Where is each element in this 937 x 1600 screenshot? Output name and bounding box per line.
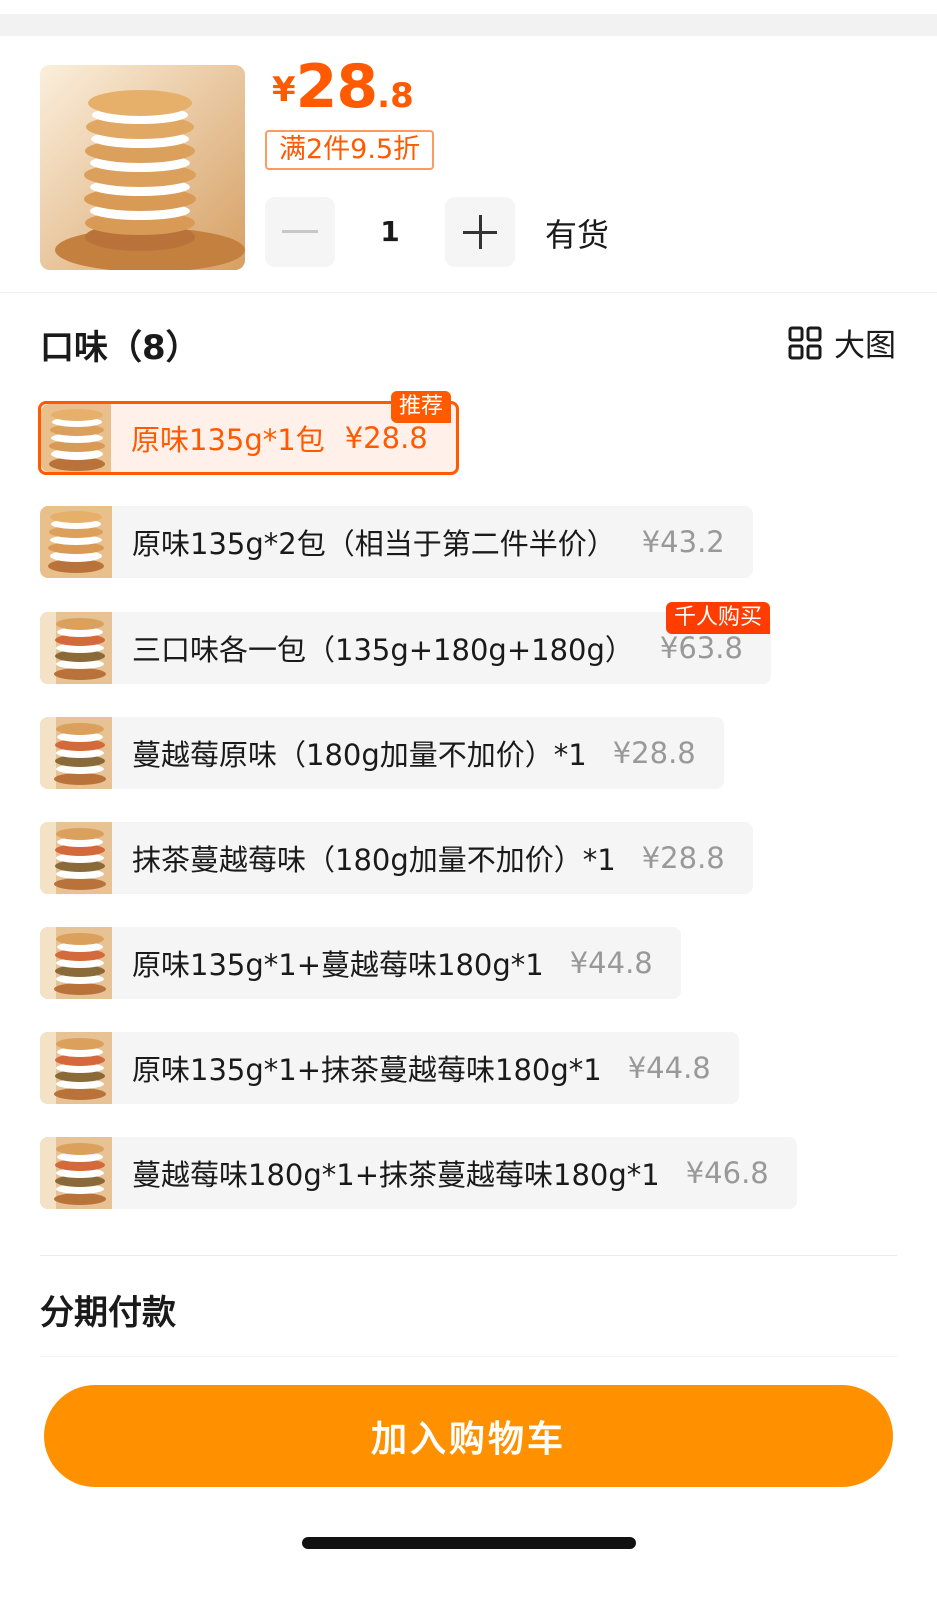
price-currency: ¥ bbox=[272, 70, 296, 110]
option-thumbnail bbox=[40, 1032, 112, 1104]
option-price: ¥46.8 bbox=[685, 1156, 769, 1190]
option-label: 原味135g*1包 bbox=[131, 423, 325, 457]
price-decimal: .8 bbox=[377, 76, 414, 116]
stock-status: 有货 bbox=[545, 216, 610, 254]
option-thumbnail-graphic bbox=[40, 717, 112, 789]
option-label: 蔓越莓原味（180g加量不加价）*1 bbox=[132, 738, 587, 772]
installment-title[interactable]: 分期付款 bbox=[40, 1285, 176, 1334]
recommend-tag: 推荐 bbox=[391, 391, 452, 423]
big-view-toggle[interactable]: 大图 bbox=[788, 320, 896, 365]
option-thumbnail-graphic bbox=[40, 612, 112, 684]
option-price: ¥28.8 bbox=[641, 841, 725, 875]
flavor-section-title: 口味（8） bbox=[40, 328, 200, 368]
option-thumbnail-graphic bbox=[40, 506, 112, 578]
option-price: ¥28.8 bbox=[612, 736, 696, 770]
decrease-quantity-button[interactable] bbox=[265, 197, 335, 267]
quantity-value[interactable]: 1 bbox=[335, 197, 445, 267]
popular-tag: 千人购买 bbox=[666, 602, 771, 634]
product-image[interactable] bbox=[40, 65, 245, 270]
option-item[interactable]: 原味135g*1+抹茶蔓越莓味180g*1 ¥44.8 bbox=[40, 1032, 739, 1104]
option-item[interactable]: 原味135g*2包（相当于第二件半价） ¥43.2 bbox=[40, 506, 753, 578]
big-view-label: 大图 bbox=[834, 328, 896, 364]
option-label: 抹茶蔓越莓味（180g加量不加价）*1 bbox=[132, 843, 616, 877]
option-thumbnail bbox=[40, 612, 112, 684]
option-item[interactable]: 三口味各一包（135g+180g+180g） ¥63.8 bbox=[40, 612, 771, 684]
option-thumbnail-graphic bbox=[41, 404, 111, 472]
home-indicator bbox=[302, 1537, 636, 1549]
option-item[interactable]: 蔓越莓原味（180g加量不加价）*1 ¥28.8 bbox=[40, 717, 724, 789]
option-thumbnail-graphic bbox=[40, 1032, 112, 1104]
option-price: ¥63.8 bbox=[659, 631, 743, 665]
option-thumbnail bbox=[41, 404, 111, 472]
divider bbox=[0, 292, 937, 293]
product-image-graphic bbox=[40, 65, 245, 270]
option-label: 原味135g*1+蔓越莓味180g*1 bbox=[132, 948, 544, 982]
top-strip bbox=[0, 14, 937, 36]
option-item[interactable]: 原味135g*1+蔓越莓味180g*1 ¥44.8 bbox=[40, 927, 681, 999]
option-thumbnail-graphic bbox=[40, 822, 112, 894]
option-price: ¥28.8 bbox=[344, 421, 428, 455]
option-price: ¥43.2 bbox=[641, 525, 725, 559]
option-item[interactable]: 蔓越莓味180g*1+抹茶蔓越莓味180g*1 ¥46.8 bbox=[40, 1137, 797, 1209]
option-item[interactable]: 抹茶蔓越莓味（180g加量不加价）*1 ¥28.8 bbox=[40, 822, 753, 894]
minus-icon bbox=[282, 230, 318, 233]
option-price: ¥44.8 bbox=[627, 1051, 711, 1085]
option-thumbnail bbox=[40, 927, 112, 999]
promo-badge: 满2件9.5折 bbox=[265, 130, 435, 170]
option-thumbnail bbox=[40, 506, 112, 578]
option-label: 三口味各一包（135g+180g+180g） bbox=[132, 633, 634, 667]
option-label: 蔓越莓味180g*1+抹茶蔓越莓味180g*1 bbox=[132, 1158, 660, 1192]
price-integer: 28 bbox=[295, 52, 378, 122]
option-thumbnail-graphic bbox=[40, 927, 112, 999]
plus-icon bbox=[463, 215, 497, 249]
option-price: ¥44.8 bbox=[569, 946, 653, 980]
increase-quantity-button[interactable] bbox=[445, 197, 515, 267]
divider bbox=[40, 1356, 897, 1357]
add-to-cart-button[interactable]: 加入购物车 bbox=[44, 1385, 893, 1487]
option-thumbnail bbox=[40, 1137, 112, 1209]
option-thumbnail-graphic bbox=[40, 1137, 112, 1209]
option-thumbnail bbox=[40, 717, 112, 789]
divider bbox=[40, 1255, 897, 1256]
option-label: 原味135g*1+抹茶蔓越莓味180g*1 bbox=[132, 1053, 602, 1087]
price: ¥28.8 bbox=[272, 52, 414, 122]
option-label: 原味135g*2包（相当于第二件半价） bbox=[132, 527, 616, 561]
grid-icon bbox=[788, 326, 822, 359]
option-thumbnail bbox=[40, 822, 112, 894]
